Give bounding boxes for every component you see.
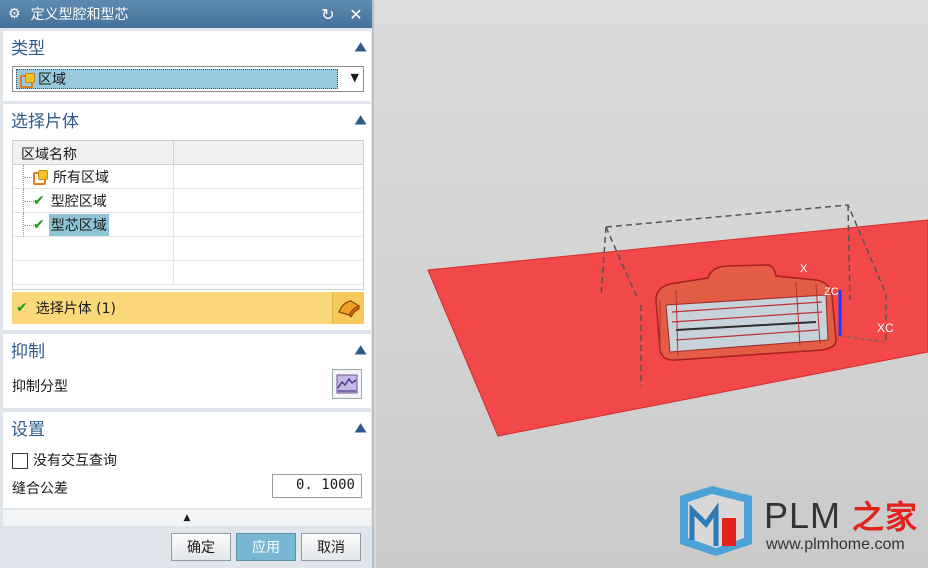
settings-title: 设置 [11,419,45,440]
apply-button[interactable]: 应用 [236,533,296,561]
table-row-core-region[interactable]: ✔ 型芯区域 [13,213,363,237]
dropdown-arrow-icon[interactable]: ▼ [351,71,359,84]
suppress-parting-icon [336,374,358,394]
watermark-brand-cn: 之家 [852,499,919,535]
table-row-all-regions[interactable]: 所有区域 [13,165,363,189]
select-sheet-button[interactable] [332,292,364,324]
settings-header[interactable]: 设置 ▲ [3,412,371,442]
table-row-cavity-region[interactable]: ✔ 型腔区域 [13,189,363,213]
suppress-parting-button[interactable] [332,369,362,399]
region-icon [33,170,48,185]
type-section: 类型 ▲ 区域 ▼ [3,31,371,101]
more-options-toggle[interactable]: ▲ [3,510,371,526]
select-sheets-header[interactable]: 选择片体 ▲ [3,104,371,134]
region-icon [20,72,35,88]
collapse-icon[interactable]: ▲ [354,420,366,434]
zc-axis-label: ZC [824,286,839,298]
suppress-title: 抑制 [11,341,45,362]
ok-button[interactable]: 确定 [171,533,231,561]
reset-icon[interactable]: ↻ [320,5,336,24]
row-label: 型芯区域 [48,213,109,236]
type-dropdown-label: 区域 [38,72,66,88]
suppress-section: 抑制 ▲ 抑制分型 [3,334,371,408]
column-header-region-name: 区域名称 [13,141,174,164]
plmhome-watermark: PLM 之家 www.plmhome.com [676,484,928,568]
plmhome-logo-icon [680,486,752,556]
type-dropdown-value: 区域 [16,69,338,89]
row-label: 所有区域 [53,169,109,186]
graphics-viewport[interactable]: XC ZC X [376,0,928,568]
model-scene: XC ZC X [427,204,928,437]
no-interactive-query-checkbox[interactable] [12,453,28,469]
stitch-tolerance-label: 缝合公差 [12,481,68,497]
settings-section: 设置 ▲ 没有交互查询 缝合公差 0. 1000 [3,412,371,508]
check-icon: ✔ [16,300,28,316]
dialog-title: 定义型腔和型芯 [30,7,129,23]
select-sheets-label: 选择片体 (1) [35,301,117,317]
suppress-header[interactable]: 抑制 ▲ [3,334,371,364]
type-section-header[interactable]: 类型 ▲ [3,31,371,61]
tree-line [23,213,34,237]
tree-line [23,165,34,189]
sheet-body-icon [337,300,360,318]
row-label: 型腔区域 [50,193,107,210]
xc-axis-label: XC [877,321,894,335]
collapse-icon[interactable]: ▲ [354,39,366,53]
table-header: 区域名称 [13,141,363,165]
type-section-title: 类型 [11,38,45,59]
select-sheets-title: 选择片体 [11,111,79,132]
type-dropdown[interactable]: 区域 ▼ [12,66,364,92]
tree-line [23,189,34,213]
watermark-url: www.plmhome.com [766,536,905,553]
cancel-button[interactable]: 取消 [301,533,361,561]
define-cavity-core-dialog: ⚙ 定义型腔和型芯 ↻ ✕ 类型 ▲ 区域 ▼ 选择片体 ▲ 区域名称 所有区域… [0,0,374,568]
chevron-up-icon: ▲ [183,513,191,523]
x-axis-label: X [800,263,808,275]
collapse-icon[interactable]: ▲ [354,112,366,126]
dialog-titlebar: ⚙ 定义型腔和型芯 ↻ ✕ [0,0,372,28]
select-sheets-section: 选择片体 ▲ 区域名称 所有区域 ✔ 型腔区域 ✔ 型芯区域 ✔ 选择片体 (1… [3,104,371,330]
region-table: 区域名称 所有区域 ✔ 型腔区域 ✔ 型芯区域 [12,140,364,290]
check-icon: ✔ [33,192,45,209]
table-row-empty [13,237,363,261]
gear-icon[interactable]: ⚙ [8,6,21,22]
watermark-brand: PLM 之家 [764,495,919,536]
suppress-parting-label: 抑制分型 [12,379,68,395]
close-icon[interactable]: ✕ [348,5,364,24]
no-interactive-query-label: 没有交互查询 [33,453,117,469]
table-row-empty [13,261,363,285]
check-icon: ✔ [33,216,45,233]
no-interactive-query-row: 没有交互查询 [12,450,117,470]
select-sheets-bar[interactable]: ✔ 选择片体 (1) [12,292,364,324]
collapse-icon[interactable]: ▲ [354,342,366,356]
stitch-tolerance-input[interactable]: 0. 1000 [272,474,362,498]
